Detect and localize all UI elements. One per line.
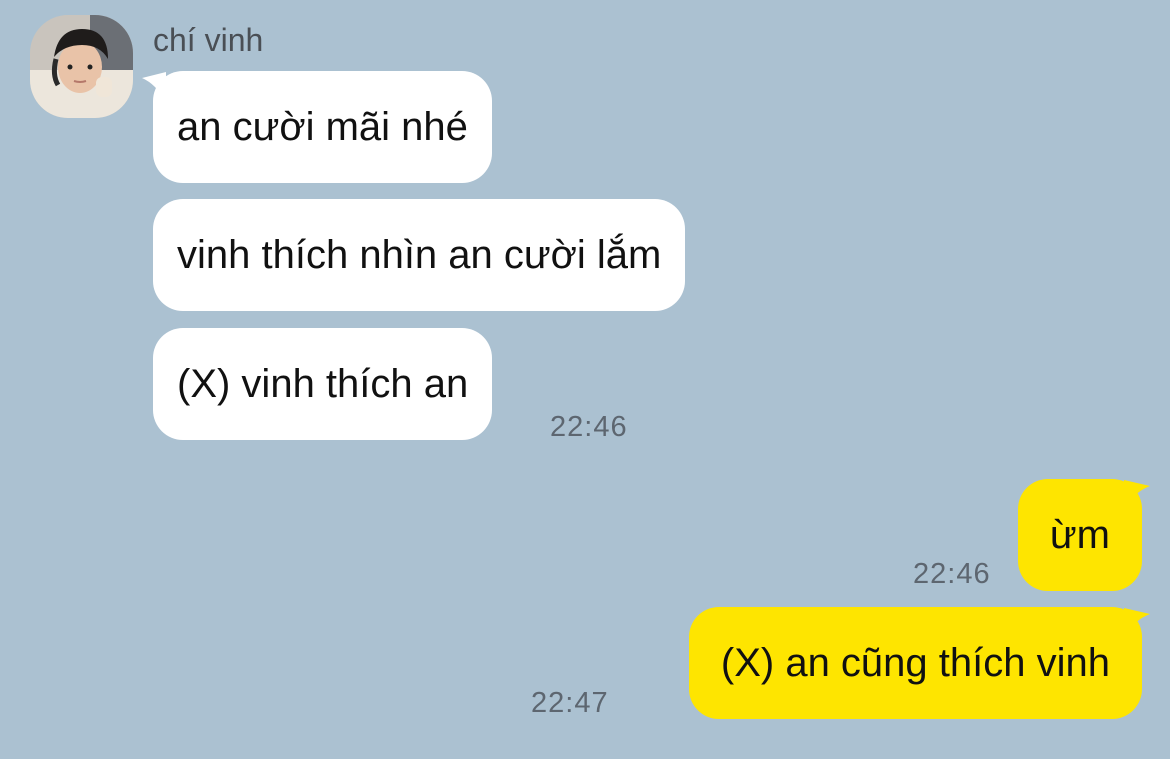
sender-name: chí vinh — [153, 22, 264, 58]
message-timestamp: 22:46 — [913, 558, 991, 590]
sender-avatar[interactable] — [30, 15, 133, 118]
incoming-message-bubble[interactable]: vinh thích nhìn an cười lắm — [153, 199, 686, 311]
incoming-message-bubble[interactable]: an cười mãi nhé — [153, 71, 492, 183]
message-text: (X) vinh thích an — [177, 361, 469, 406]
message-text: vinh thích nhìn an cười lắm — [177, 232, 662, 277]
message-text: (X) an cũng thích vinh — [720, 640, 1110, 685]
message-timestamp: 22:47 — [531, 687, 609, 719]
outgoing-message-bubble[interactable]: (X) an cũng thích vinh — [688, 607, 1142, 719]
incoming-message-bubble[interactable]: (X) vinh thích an — [153, 328, 493, 440]
avatar-photo-icon — [30, 15, 133, 118]
message-text: an cười mãi nhé — [177, 104, 468, 149]
message-text: ừm — [1049, 512, 1110, 557]
outgoing-message-bubble[interactable]: ừm — [1017, 479, 1142, 591]
message-timestamp: 22:46 — [550, 411, 628, 443]
